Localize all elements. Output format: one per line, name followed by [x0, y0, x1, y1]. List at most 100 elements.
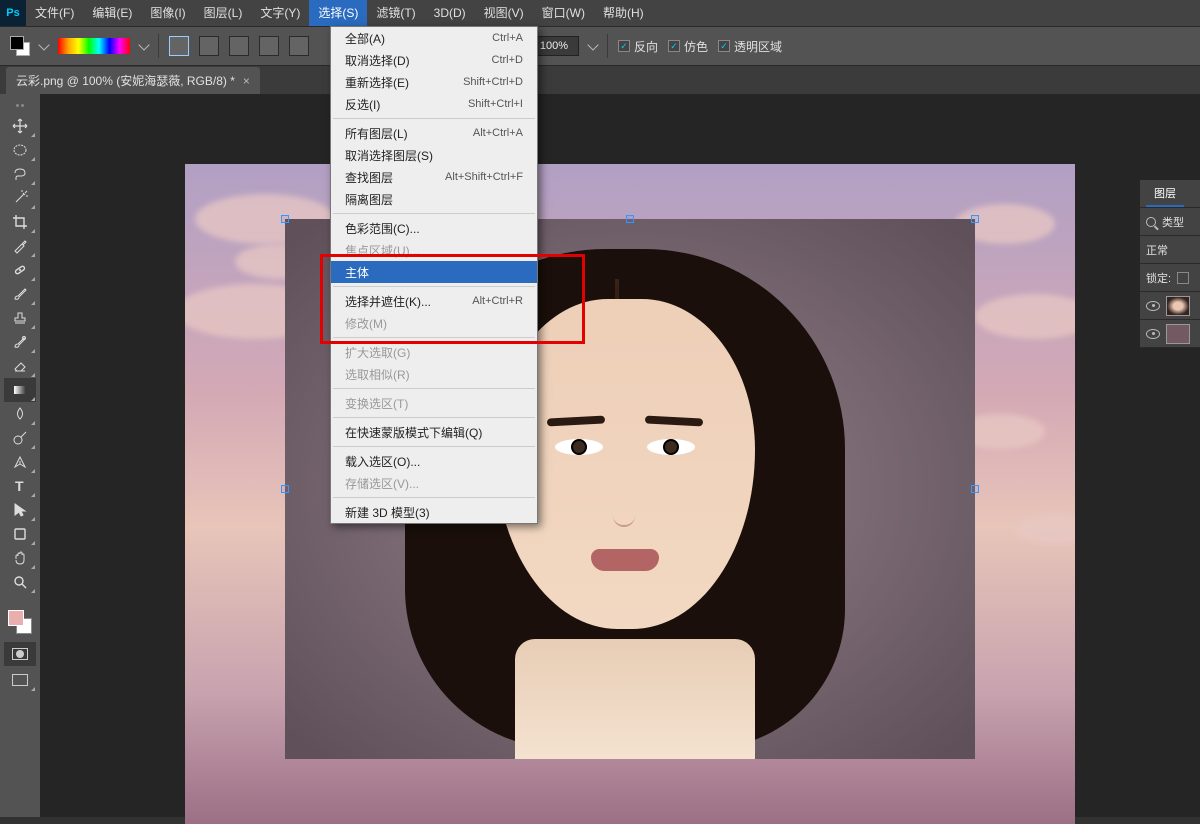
menu-item-新建 3D 模型(3)[interactable]: 新建 3D 模型(3): [331, 501, 537, 523]
tool-hand[interactable]: [4, 546, 36, 570]
menu-item-label: 在快速蒙版模式下编辑(Q): [345, 424, 482, 441]
menu-item-选择并遮住(K)...[interactable]: 选择并遮住(K)...Alt+Ctrl+R: [331, 290, 537, 312]
menu-选择(S)[interactable]: 选择(S): [309, 0, 367, 26]
menu-item-变换选区(T): 变换选区(T): [331, 392, 537, 414]
menu-item-shortcut: Alt+Shift+Ctrl+F: [445, 171, 523, 183]
tool-lasso[interactable]: [4, 162, 36, 186]
menu-item-取消选择图层(S)[interactable]: 取消选择图层(S): [331, 144, 537, 166]
menu-separator: [333, 337, 535, 338]
tool-zoom[interactable]: [4, 570, 36, 594]
dither-checkbox[interactable]: ✓仿色: [668, 38, 708, 55]
tool-gradient[interactable]: [4, 378, 36, 402]
tool-type[interactable]: T: [4, 474, 36, 498]
tool-shape[interactable]: [4, 522, 36, 546]
menu-item-label: 全部(A): [345, 30, 385, 47]
menu-item-重新选择(E)[interactable]: 重新选择(E) Shift+Ctrl+D: [331, 71, 537, 93]
option-bar: ✓反向 ✓仿色 ✓透明区域: [0, 26, 1200, 66]
document-tab[interactable]: 云彩.png @ 100% (安妮海瑟薇, RGB/8) * ×: [6, 67, 260, 94]
chevron-down-icon[interactable]: [38, 39, 49, 50]
menu-文件(F)[interactable]: 文件(F): [26, 0, 83, 26]
tool-dodge[interactable]: [4, 426, 36, 450]
tool-eyedropper[interactable]: [4, 234, 36, 258]
tool-blur[interactable]: [4, 402, 36, 426]
menu-视图(V)[interactable]: 视图(V): [475, 0, 533, 26]
menu-item-色彩范围(C)...[interactable]: 色彩范围(C)...: [331, 217, 537, 239]
dither-label: 仿色: [684, 38, 708, 55]
visibility-icon[interactable]: [1146, 329, 1160, 339]
menu-item-label: 焦点区域(U)...: [345, 242, 420, 259]
menu-separator: [333, 213, 535, 214]
chevron-down-icon[interactable]: [587, 39, 598, 50]
toolbox: T: [0, 94, 40, 817]
menu-编辑(E)[interactable]: 编辑(E): [83, 0, 141, 26]
menu-图层(L)[interactable]: 图层(L): [195, 0, 252, 26]
reverse-checkbox[interactable]: ✓反向: [618, 38, 658, 55]
menu-item-全部(A)[interactable]: 全部(A)Ctrl+A: [331, 27, 537, 49]
toolbox-handle[interactable]: [0, 104, 40, 112]
menu-item-焦点区域(U)...: 焦点区域(U)...: [331, 239, 537, 261]
menu-item-label: 主体: [345, 264, 369, 281]
canvas[interactable]: [185, 164, 1075, 824]
gradient-linear-icon[interactable]: [169, 36, 189, 56]
tool-healing[interactable]: [4, 258, 36, 282]
tool-wand[interactable]: [4, 186, 36, 210]
tool-eraser[interactable]: [4, 354, 36, 378]
tool-path[interactable]: [4, 498, 36, 522]
chevron-down-icon[interactable]: [138, 39, 149, 50]
tool-pen[interactable]: [4, 450, 36, 474]
gradient-diamond-icon[interactable]: [289, 36, 309, 56]
gradient-radial-icon[interactable]: [199, 36, 219, 56]
lock-icon: [1177, 272, 1189, 284]
lock-row[interactable]: 锁定:: [1140, 264, 1200, 292]
visibility-icon[interactable]: [1146, 301, 1160, 311]
layers-tab[interactable]: 图层: [1146, 181, 1184, 207]
gradient-reflected-icon[interactable]: [259, 36, 279, 56]
menu-item-shortcut: Shift+Ctrl+D: [463, 76, 523, 88]
menu-item-载入选区(O)...[interactable]: 载入选区(O)...: [331, 450, 537, 472]
menu-item-选取相似(R): 选取相似(R): [331, 363, 537, 385]
menu-item-所有图层(L)[interactable]: 所有图层(L)Alt+Ctrl+A: [331, 122, 537, 144]
gradient-preview[interactable]: [58, 38, 130, 54]
menu-item-反选(I)[interactable]: 反选(I)Shift+Ctrl+I: [331, 93, 537, 115]
layer-row[interactable]: [1140, 320, 1200, 348]
lock-label: 锁定:: [1146, 270, 1171, 286]
menu-item-shortcut: Alt+Ctrl+R: [472, 295, 523, 307]
menu-item-查找图层[interactable]: 查找图层Alt+Shift+Ctrl+F: [331, 166, 537, 188]
menu-帮助(H)[interactable]: 帮助(H): [594, 0, 653, 26]
transparency-checkbox[interactable]: ✓透明区域: [718, 38, 782, 55]
color-swatch[interactable]: [8, 610, 32, 634]
menu-separator: [333, 388, 535, 389]
menu-item-在快速蒙版模式下编辑(Q)[interactable]: 在快速蒙版模式下编辑(Q): [331, 421, 537, 443]
menu-item-label: 取消选择(D): [345, 52, 410, 69]
menu-item-隔离图层[interactable]: 隔离图层: [331, 188, 537, 210]
menu-文字(Y)[interactable]: 文字(Y): [251, 0, 309, 26]
menubar: Ps 文件(F)编辑(E)图像(I)图层(L)文字(Y)选择(S)滤镜(T)3D…: [0, 0, 1200, 26]
layer-search[interactable]: 类型: [1140, 208, 1200, 236]
tool-brush[interactable]: [4, 282, 36, 306]
app-logo: Ps: [0, 0, 26, 26]
menu-item-shortcut: Shift+Ctrl+I: [468, 98, 523, 110]
tool-history[interactable]: [4, 330, 36, 354]
tool-stamp[interactable]: [4, 306, 36, 330]
menu-窗口(W)[interactable]: 窗口(W): [533, 0, 594, 26]
blend-mode-select[interactable]: 正常: [1140, 236, 1200, 264]
fgbg-swatch[interactable]: [10, 36, 30, 56]
screenmode-icon[interactable]: [4, 668, 36, 692]
menu-3D(D)[interactable]: 3D(D): [425, 0, 475, 26]
menu-item-主体[interactable]: 主体: [331, 261, 537, 283]
tool-move[interactable]: [4, 114, 36, 138]
menu-item-label: 色彩范围(C)...: [345, 220, 420, 237]
menu-滤镜(T)[interactable]: 滤镜(T): [367, 0, 424, 26]
layer-row[interactable]: [1140, 292, 1200, 320]
svg-text:T: T: [15, 478, 24, 494]
menu-图像(I)[interactable]: 图像(I): [141, 0, 194, 26]
gradient-angle-icon[interactable]: [229, 36, 249, 56]
menu-item-取消选择(D)[interactable]: 取消选择(D)Ctrl+D: [331, 49, 537, 71]
close-icon[interactable]: ×: [243, 74, 250, 88]
quickmask-icon[interactable]: [4, 642, 36, 666]
tool-crop[interactable]: [4, 210, 36, 234]
layers-panel: 图层 类型 正常 锁定:: [1140, 180, 1200, 348]
menu-item-label: 变换选区(T): [345, 395, 408, 412]
menu-item-label: 重新选择(E): [345, 74, 409, 91]
tool-marquee[interactable]: [4, 138, 36, 162]
